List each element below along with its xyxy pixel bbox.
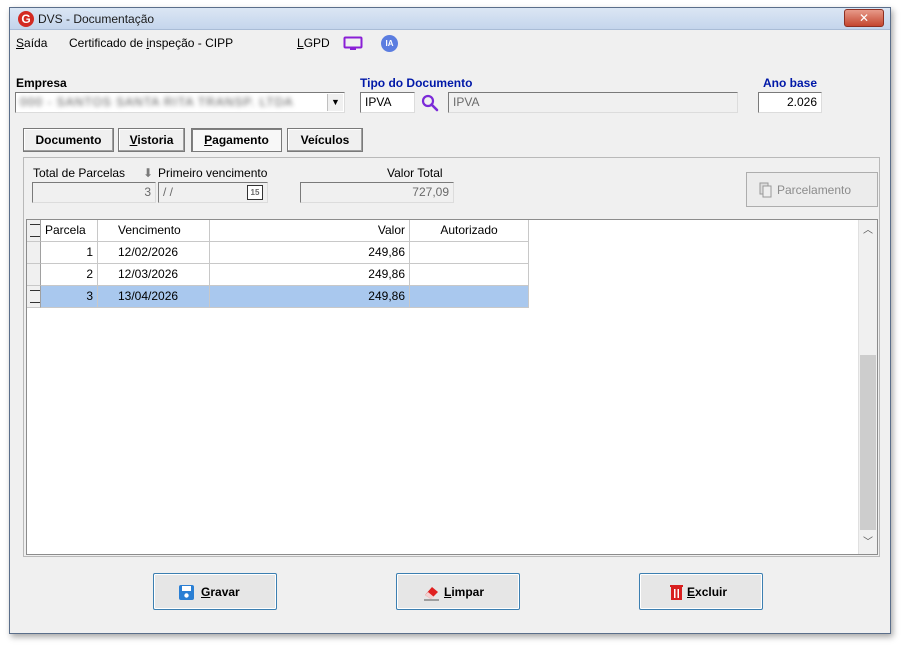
tab-vistoria[interactable]: Vistoria: [118, 128, 185, 152]
limpar-button[interactable]: Limpar: [396, 573, 520, 610]
empresa-value: 000 - SANTOS SANTA RITA TRANSP. LTDA: [20, 95, 294, 109]
cell-autorizado: [410, 286, 529, 308]
col-autorizado-header[interactable]: Autorizado: [410, 220, 529, 242]
ia-assistant-icon[interactable]: IA: [381, 35, 398, 52]
ano-base-input[interactable]: 2.026: [758, 92, 822, 113]
col-valor-header[interactable]: Valor: [210, 220, 410, 242]
cell-autorizado: [410, 264, 529, 286]
cell-vencimento: 13/04/2026: [98, 286, 210, 308]
scroll-thumb[interactable]: [860, 355, 876, 530]
row-indicator: [27, 286, 41, 308]
window-title: DVS - Documentação: [38, 12, 155, 26]
close-button[interactable]: ✕: [844, 9, 884, 27]
primeiro-vencimento-input[interactable]: / / 15: [158, 182, 268, 203]
scroll-up-icon[interactable]: ︿: [859, 222, 877, 240]
primeiro-vencimento-label: Primeiro vencimento: [158, 166, 268, 180]
cell-valor: 249,86: [210, 286, 410, 308]
limpar-label: Limpar: [444, 585, 485, 599]
total-parcelas-label: Total de Parcelas: [33, 166, 126, 180]
menu-bar: Saída Certificado de inspeção - CIPP LGP…: [10, 32, 890, 54]
menu-certificado-cipp[interactable]: Certificado de inspeção - CIPP: [69, 36, 233, 50]
parcelamento-button[interactable]: Parcelamento: [746, 172, 878, 207]
cell-autorizado: [410, 242, 529, 264]
primeiro-vencimento-value: / /: [163, 185, 174, 199]
app-logo-icon: G: [18, 11, 34, 27]
cell-vencimento: 12/02/2026: [98, 242, 210, 264]
cell-parcela: 3: [41, 286, 98, 308]
tab-pagamento[interactable]: Pagamento: [191, 128, 282, 152]
cell-parcela: 1: [41, 242, 98, 264]
monitor-icon[interactable]: [343, 36, 363, 51]
valor-total-label: Valor Total: [387, 166, 443, 180]
menu-lgpd[interactable]: LGPD: [297, 36, 330, 50]
col-vencimento-header[interactable]: Vencimento: [98, 220, 210, 242]
tipo-documento-label: Tipo do Documento: [360, 76, 473, 90]
tipo-documento-code-input[interactable]: IPVA: [360, 92, 415, 113]
row-indicator: [27, 264, 41, 286]
chevron-down-icon[interactable]: ▼: [327, 94, 343, 111]
empresa-combo[interactable]: 000 - SANTOS SANTA RITA TRANSP. LTDA ▼: [15, 92, 345, 113]
gravar-button[interactable]: Gravar: [153, 573, 277, 610]
save-icon: [179, 585, 194, 600]
title-bar: G DVS - Documentação ✕: [10, 8, 890, 30]
gravar-label: Gravar: [201, 585, 240, 599]
trash-icon: [670, 585, 683, 600]
scroll-down-icon[interactable]: ﹀: [859, 534, 877, 552]
cell-valor: 249,86: [210, 242, 410, 264]
search-icon[interactable]: [421, 94, 439, 112]
copy-document-icon: [759, 182, 772, 198]
cell-parcela: 2: [41, 264, 98, 286]
sort-down-icon: ⬇: [143, 166, 154, 180]
menu-saida[interactable]: Saída: [16, 36, 47, 50]
parcelamento-label: Parcelamento: [777, 183, 852, 197]
excluir-button[interactable]: Excluir: [639, 573, 763, 610]
pagamento-panel: Total de Parcelas ⬇ Primeiro vencimento …: [23, 157, 880, 557]
col-parcela-header[interactable]: Parcela: [41, 220, 98, 242]
parcelas-grid[interactable]: Parcela Vencimento Valor Autorizado 1 12…: [26, 219, 878, 555]
tipo-documento-desc: IPVA: [448, 92, 738, 113]
eraser-icon: [424, 587, 439, 601]
row-indicator: [27, 242, 41, 264]
vertical-scrollbar[interactable]: ︿ ﹀: [858, 220, 877, 554]
total-parcelas-input[interactable]: 3: [32, 182, 156, 203]
excluir-label: Excluir: [687, 585, 728, 599]
empresa-label: Empresa: [16, 76, 67, 90]
tab-veiculos[interactable]: Veículos: [287, 128, 363, 152]
cell-vencimento: 12/03/2026: [98, 264, 210, 286]
cell-valor: 249,86: [210, 264, 410, 286]
row-indicator-header: [27, 220, 41, 242]
main-window: G DVS - Documentação ✕ Saída Certificado…: [9, 7, 891, 634]
valor-total-input: 727,09: [300, 182, 454, 203]
calendar-icon[interactable]: 15: [247, 185, 263, 200]
tab-documento[interactable]: Documento: [23, 128, 114, 152]
ano-base-label: Ano base: [763, 76, 818, 90]
